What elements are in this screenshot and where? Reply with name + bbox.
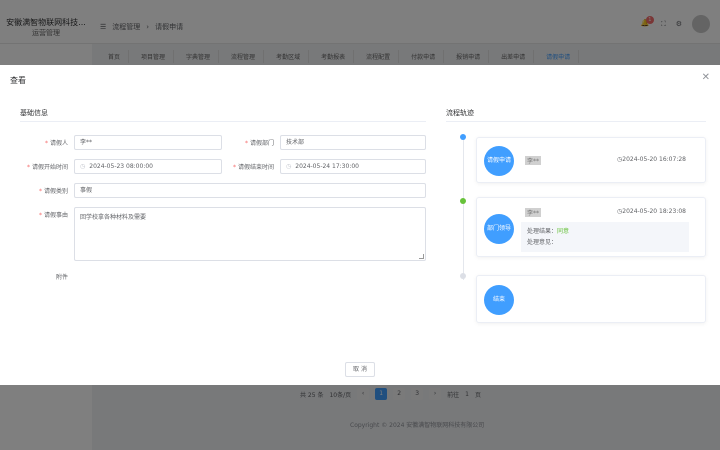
node-time: ◷2024-05-20 18:23:08: [617, 208, 686, 215]
reason-label: * 请假事由: [38, 212, 68, 219]
leave-type-field[interactable]: 事假: [74, 183, 426, 198]
dept-field[interactable]: 技术部: [280, 135, 426, 150]
dialog-title: 查看: [10, 76, 26, 85]
node-circle: 部门领导: [484, 214, 514, 244]
form-row: * 请假事由 回学校拿各种材料及需要: [20, 207, 426, 261]
node-person: 李**: [525, 156, 542, 165]
divider: [20, 121, 426, 122]
form-row: * 请假结束时间 ◷ 2024-05-24 17:30:00: [230, 159, 426, 174]
timeline-line: [463, 140, 464, 280]
form-row: 附件: [20, 272, 68, 281]
clock-icon: ◷: [286, 163, 292, 170]
applicant-field[interactable]: 李**: [74, 135, 222, 150]
timeline-card: 部门领导 李** ◷2024-05-20 18:23:08 处理结果：同意 处理…: [476, 197, 706, 257]
result-value: 同意: [557, 228, 570, 235]
attachment-label: 附件: [55, 274, 68, 281]
form-row: * 请假类别 事假: [20, 183, 426, 198]
flow-track-title: 流程轨迹: [446, 109, 474, 117]
node-time: ◷2024-05-20 16:07:28: [617, 156, 686, 163]
applicant-label: * 请假人: [44, 140, 68, 147]
node-circle: 结束: [484, 285, 514, 315]
divider: [446, 121, 706, 122]
timeline-card: 结束: [476, 275, 706, 323]
timeline-dot: [460, 198, 466, 204]
opinion-row: 处理意见：: [527, 239, 558, 246]
form-row: * 请假开始时间 ◷ 2024-05-23 08:00:00: [20, 159, 222, 174]
start-time-label: * 请假开始时间: [26, 164, 68, 171]
reason-textarea[interactable]: 回学校拿各种材料及需要: [74, 207, 426, 261]
node-result-box: 处理结果：同意 处理意见：: [521, 222, 689, 252]
form-row: * 请假人 李**: [20, 135, 222, 150]
start-time-field[interactable]: ◷ 2024-05-23 08:00:00: [74, 159, 222, 174]
timeline-card: 请假申请 李** ◷2024-05-20 16:07:28: [476, 137, 706, 183]
resize-handle-icon[interactable]: [419, 254, 424, 259]
close-icon[interactable]: ✕: [702, 72, 710, 83]
end-time-field[interactable]: ◷ 2024-05-24 17:30:00: [280, 159, 426, 174]
clock-icon: ◷: [80, 163, 86, 170]
leave-type-label: * 请假类别: [38, 188, 68, 195]
dept-label: * 请假部门: [244, 140, 274, 147]
node-person: 李**: [525, 208, 542, 217]
form-row: * 请假部门 技术部: [230, 135, 426, 150]
timeline-dot: [460, 273, 466, 279]
node-circle: 请假申请: [484, 146, 514, 176]
basic-info-title: 基础信息: [20, 109, 48, 117]
timeline-dot: [460, 134, 466, 140]
cancel-button[interactable]: 取 消: [345, 362, 375, 377]
view-dialog: 查看 ✕ 基础信息 流程轨迹 * 请假人 李** * 请假部门 技术部 * 请假开始时…: [0, 65, 720, 385]
result-row: 处理结果：同意: [527, 228, 570, 235]
end-time-label: * 请假结束时间: [232, 164, 274, 171]
